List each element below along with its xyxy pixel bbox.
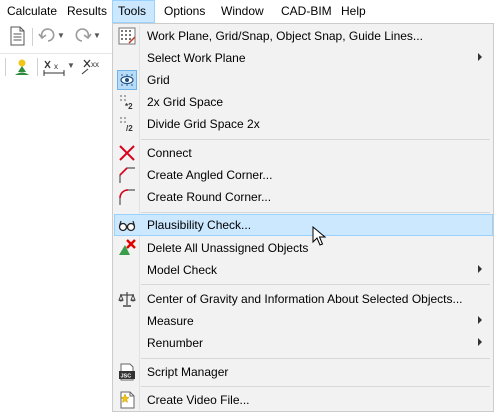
menu-cad-bim[interactable]: CAD-BIM: [274, 0, 339, 23]
menu-item-label: Script Manager: [147, 365, 229, 379]
menu-item-label: Grid: [147, 73, 170, 87]
mouse-cursor-icon: [312, 226, 327, 246]
menu-item-label: Create Angled Corner...: [147, 168, 273, 182]
menu-item-label: Model Check: [147, 263, 218, 277]
menu-item-label: Create Video File...: [147, 393, 250, 407]
menu-separator: [141, 139, 490, 140]
script-label: JSC: [121, 374, 132, 380]
toolbar-separator: [5, 58, 6, 76]
delete-objects-icon: [118, 239, 136, 257]
menu-item-label: Work Plane, Grid/Snap, Object Snap, Guid…: [147, 29, 423, 43]
menu-separator: [141, 284, 490, 285]
redo-icon[interactable]: [74, 26, 92, 48]
menu-item-create-video[interactable]: Create Video File...: [114, 389, 492, 411]
menu-separator: [141, 212, 490, 213]
menu-item-grid[interactable]: Grid: [114, 69, 492, 91]
menu-item-script-manager[interactable]: JSC Script Manager: [114, 361, 492, 383]
submenu-arrow-icon: [478, 338, 482, 346]
menu-item-label: Connect: [147, 146, 192, 160]
menu-item-label: Create Round Corner...: [147, 190, 272, 204]
grid-divide-label: /2: [126, 124, 133, 133]
undo-dropdown-icon[interactable]: ▼: [57, 31, 65, 40]
connect-cross-icon: [118, 144, 136, 162]
menu-separator: [141, 386, 490, 387]
video-file-icon: [118, 391, 136, 409]
menu-item-label: Delete All Unassigned Objects: [147, 241, 309, 255]
menu-help[interactable]: Help: [334, 0, 373, 23]
dimension-x-label: x: [54, 62, 58, 71]
dimension-xx-icon[interactable]: xx: [80, 56, 106, 78]
menu-separator: [141, 358, 490, 359]
menu-item-label: Measure: [147, 314, 194, 328]
toolbar-row-1: ▼ ▼: [0, 24, 112, 49]
menu-item-label: Plausibility Check...: [147, 218, 252, 232]
dimension-x-dropdown-icon[interactable]: ▼: [67, 61, 75, 70]
submenu-arrow-icon: [478, 265, 482, 273]
submenu-arrow-icon: [478, 316, 482, 324]
toolbar-separator: [37, 58, 38, 76]
tools-dropdown-menu: Work Plane, Grid/Snap, Object Snap, Guid…: [112, 23, 494, 412]
menu-item-2x-grid-space[interactable]: *2 2x Grid Space: [114, 91, 492, 113]
round-corner-icon: [118, 188, 136, 206]
menu-item-measure[interactable]: Measure: [114, 310, 492, 332]
menu-item-select-work-plane[interactable]: Select Work Plane: [114, 47, 492, 69]
menu-tools[interactable]: Tools: [112, 0, 155, 23]
menu-bar: Calculate Results Tools Options Window C…: [0, 0, 495, 24]
dimension-xx-label: xx: [91, 60, 99, 69]
menu-item-round-corner[interactable]: Create Round Corner...: [114, 186, 492, 208]
document-icon[interactable]: [8, 26, 28, 48]
redo-dropdown-icon[interactable]: ▼: [93, 31, 101, 40]
menu-item-connect[interactable]: Connect: [114, 142, 492, 164]
toolbar: ▼ ▼ x ▼ xx: [0, 23, 112, 83]
menu-item-label: Select Work Plane: [147, 51, 246, 65]
toolbar-row-2: x ▼ xx: [0, 53, 112, 80]
undo-icon[interactable]: [38, 26, 56, 48]
menu-item-delete-unassigned[interactable]: Delete All Unassigned Objects: [114, 237, 492, 259]
glasses-icon: [118, 216, 136, 234]
grid-double-label: *2: [125, 102, 133, 111]
menu-calculate[interactable]: Calculate: [0, 0, 64, 23]
menu-item-angled-corner[interactable]: Create Angled Corner...: [114, 164, 492, 186]
menu-window[interactable]: Window: [214, 0, 271, 23]
menu-item-center-of-gravity[interactable]: Center of Gravity and Information About …: [114, 288, 492, 310]
submenu-arrow-icon: [478, 53, 482, 61]
script-icon: JSC: [118, 363, 136, 381]
menu-item-model-check[interactable]: Model Check: [114, 259, 492, 281]
toolbar-separator: [32, 28, 33, 46]
grid-divide-icon: /2: [118, 115, 136, 133]
angled-corner-icon: [118, 166, 136, 184]
person-icon[interactable]: [12, 56, 32, 78]
menu-item-divide-grid-space[interactable]: /2 Divide Grid Space 2x: [114, 113, 492, 135]
menu-item-label: 2x Grid Space: [147, 95, 224, 109]
menu-item-renumber[interactable]: Renumber: [114, 332, 492, 354]
grid-double-icon: *2: [118, 93, 136, 111]
menu-item-label: Center of Gravity and Information About …: [147, 292, 463, 306]
menu-item-label: Renumber: [147, 336, 204, 350]
menu-options[interactable]: Options: [157, 0, 212, 23]
grid-eye-icon: [118, 71, 136, 89]
balance-scale-icon: [118, 290, 136, 308]
work-plane-icon: [118, 27, 136, 45]
dimension-x-icon[interactable]: x: [42, 56, 66, 78]
menu-item-plausibility-check[interactable]: Plausibility Check...: [114, 214, 493, 236]
menu-item-work-plane[interactable]: Work Plane, Grid/Snap, Object Snap, Guid…: [114, 25, 492, 47]
menu-results[interactable]: Results: [60, 0, 114, 23]
menu-item-label: Divide Grid Space 2x: [147, 117, 260, 131]
